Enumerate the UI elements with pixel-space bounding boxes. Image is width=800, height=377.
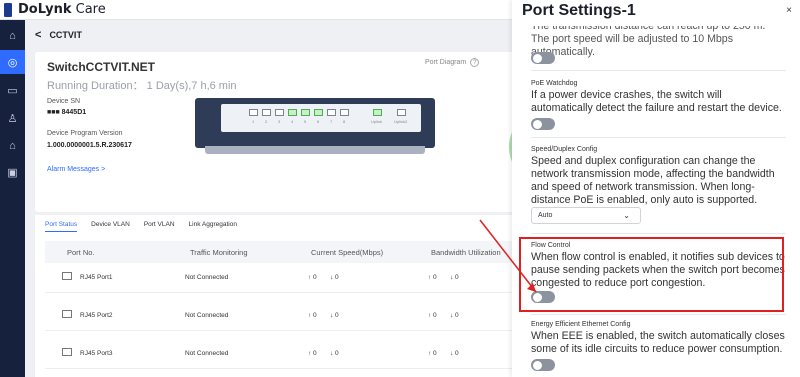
uplink-port[interactable]: [373, 109, 382, 116]
port-3[interactable]: [275, 109, 284, 116]
tab-device-vlan[interactable]: Device VLAN: [91, 221, 130, 232]
port-6[interactable]: [314, 109, 323, 116]
chevron-down-icon: ⌄: [623, 211, 630, 220]
back-icon[interactable]: <: [35, 29, 41, 41]
port-1[interactable]: [249, 109, 258, 116]
tab-port-status[interactable]: Port Status: [45, 221, 78, 232]
speed-duplex-label: Speed/Duplex Config: [531, 146, 598, 153]
poe-watchdog-description: If a power device crashes, the switch wi…: [531, 89, 782, 114]
running-duration: Running Duration： 1 Day(s),7 h,6 min: [47, 80, 237, 92]
eee-config-description: When EEE is enabled, the switch automati…: [531, 330, 785, 355]
eee-config-label: Energy Efficient Ethernet Config: [531, 321, 631, 328]
device-sn-label: Device SN: [47, 98, 81, 105]
logo-icon: [4, 2, 12, 17]
speed-duplex-select[interactable]: Auto ⌄: [531, 207, 641, 224]
location-icon[interactable]: ◎: [0, 50, 25, 74]
calendar-icon[interactable]: ▣: [0, 160, 25, 184]
port-4[interactable]: [288, 109, 297, 116]
speed-duplex-description: Speed and duplex configuration can chang…: [531, 155, 775, 206]
poe-watchdog-label: PoE Watchdog: [531, 80, 578, 87]
port-2[interactable]: [262, 109, 271, 116]
poe-watchdog-toggle[interactable]: [531, 118, 555, 130]
tab-link-aggregation[interactable]: Link Aggregation: [189, 221, 237, 232]
highlight-box: [519, 237, 784, 312]
brand-logo: DoLynk Care: [18, 2, 106, 17]
eee-toggle[interactable]: [531, 359, 555, 371]
close-icon[interactable]: ×: [786, 5, 792, 16]
program-version-label: Device Program Version: [47, 130, 123, 137]
port-diagram-label: Port Diagram ?: [425, 58, 480, 67]
breadcrumb: < CCTVIT: [35, 29, 82, 41]
tab-bar: Port Status Device VLAN Port VLAN Link A…: [45, 221, 237, 232]
side-nav: ⌂ ◎ ▭ ♙ ⌂ ▣: [0, 20, 25, 377]
switch-diagram: 1 2 3 4 5 6 7 8 Uplink Uplink2: [195, 98, 435, 154]
port-5[interactable]: [301, 109, 310, 116]
uplink2-port[interactable]: [397, 109, 406, 116]
home-icon[interactable]: ⌂: [0, 24, 25, 48]
alarm-messages-link[interactable]: Alarm Messages >: [47, 166, 105, 173]
long-distance-toggle[interactable]: [531, 52, 555, 64]
building-icon[interactable]: ⌂: [0, 134, 25, 158]
tab-port-vlan[interactable]: Port VLAN: [144, 221, 175, 232]
rj45-icon: [62, 348, 72, 356]
port-settings-drawer: The transmission distance can reach up t…: [512, 0, 800, 377]
message-icon[interactable]: ▭: [0, 78, 25, 102]
program-version-value: 1.000.0000001.5.R.230617: [47, 142, 132, 149]
device-sn-value: ■■■ 8445D1: [47, 109, 87, 116]
help-icon[interactable]: ?: [470, 58, 480, 67]
port-8[interactable]: [340, 109, 349, 116]
rj45-icon: [62, 310, 72, 318]
rj45-icon: [62, 272, 72, 280]
port-7[interactable]: [327, 109, 336, 116]
drawer-title: Port Settings-1: [522, 2, 790, 26]
device-name: SwitchCCTVIT.NET: [47, 60, 156, 74]
user-icon[interactable]: ♙: [0, 106, 25, 130]
breadcrumb-title: CCTVIT: [49, 30, 82, 40]
